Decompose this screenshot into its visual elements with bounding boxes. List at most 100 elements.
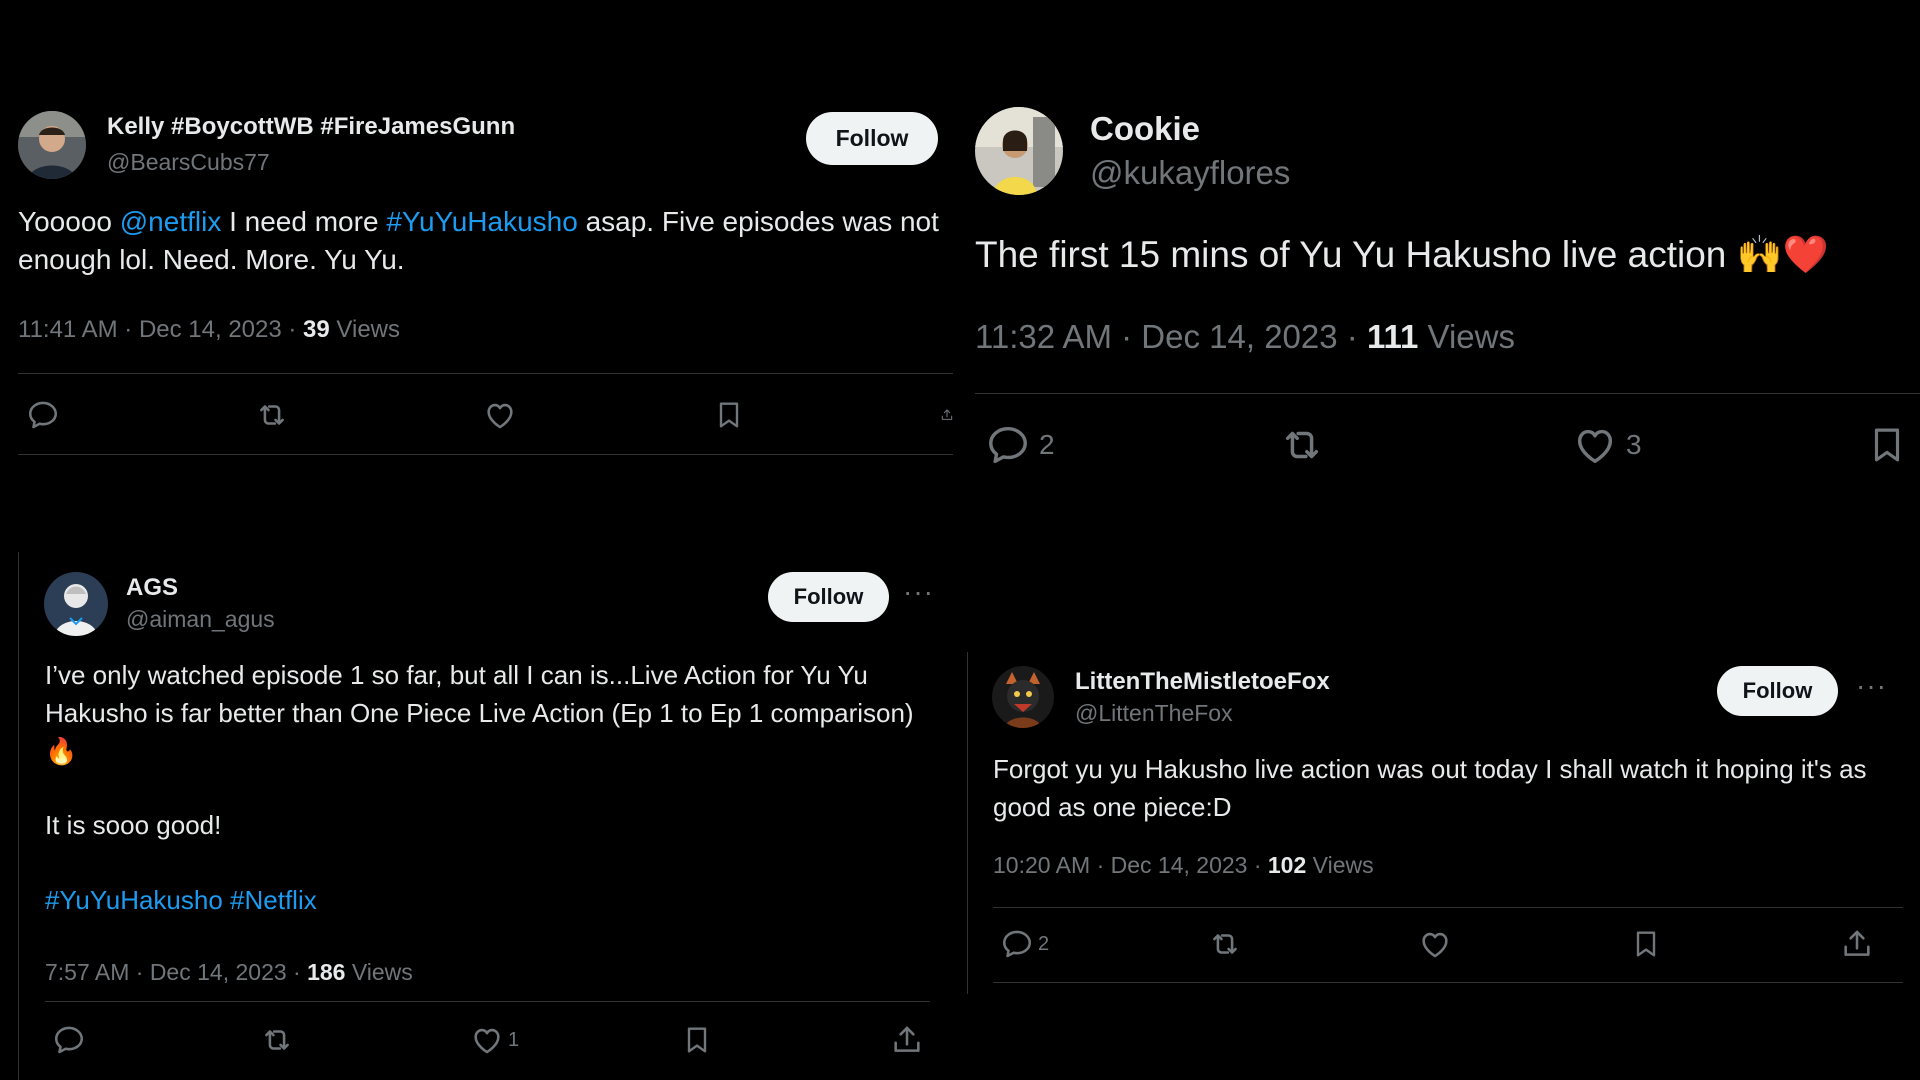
views-count: 186 bbox=[307, 959, 346, 985]
handle[interactable]: @LittenTheFox bbox=[1075, 700, 1233, 727]
handle[interactable]: @BearsCubs77 bbox=[107, 149, 270, 176]
reply-button[interactable]: 2 bbox=[985, 422, 1055, 468]
bookmark-button[interactable] bbox=[713, 398, 745, 432]
tweet-text: Yooooo @netflix I need more #YuYuHakusho… bbox=[18, 203, 948, 278]
share-icon bbox=[1840, 927, 1874, 961]
like-icon bbox=[483, 398, 517, 432]
reply-button[interactable] bbox=[26, 398, 60, 432]
avatar[interactable] bbox=[44, 572, 108, 636]
display-name[interactable]: LittenTheMistletoeFox bbox=[1075, 668, 1330, 696]
avatar-image bbox=[44, 572, 108, 636]
tweet-meta: 11:41 AM · Dec 14, 2023 · 39 Views bbox=[18, 316, 400, 344]
thread-border bbox=[967, 652, 968, 994]
divider bbox=[993, 982, 1903, 983]
display-name[interactable]: Kelly #BoycottWB #FireJamesGunn bbox=[107, 113, 515, 141]
like-icon bbox=[1418, 927, 1452, 961]
tweet-meta: 10:20 AM · Dec 14, 2023 · 102 Views bbox=[993, 852, 1374, 879]
tweet-meta: 11:32 AM · Dec 14, 2023 · 111 Views bbox=[975, 318, 1515, 356]
bookmark-icon bbox=[1630, 927, 1662, 961]
tweet-text: The first 15 mins of Yu Yu Hakusho live … bbox=[975, 234, 1829, 275]
text-segment: I need more bbox=[221, 206, 387, 237]
divider bbox=[18, 454, 953, 455]
timestamp[interactable]: 11:41 AM · Dec 14, 2023 · bbox=[18, 316, 303, 343]
hashtag-link[interactable]: #YuYuHakusho bbox=[386, 206, 578, 237]
handle[interactable]: @aiman_agus bbox=[126, 606, 275, 633]
avatar[interactable] bbox=[975, 107, 1063, 195]
timestamp[interactable]: 10:20 AM · Dec 14, 2023 · bbox=[993, 852, 1268, 878]
share-button[interactable] bbox=[940, 398, 954, 432]
retweet-button[interactable] bbox=[1277, 422, 1327, 468]
display-name[interactable]: Cookie bbox=[1090, 110, 1200, 148]
bookmark-icon bbox=[713, 398, 745, 432]
share-icon bbox=[890, 1023, 924, 1057]
views-label: Views bbox=[1306, 852, 1374, 878]
reply-button[interactable]: 2 bbox=[1000, 927, 1049, 961]
views-count: 111 bbox=[1366, 318, 1419, 355]
mention-link[interactable]: @netflix bbox=[120, 206, 222, 237]
reply-count: 2 bbox=[1038, 932, 1050, 955]
text-segment: Yooooo bbox=[18, 206, 120, 237]
more-options-button[interactable]: ··· bbox=[903, 578, 934, 606]
reply-count: 2 bbox=[1039, 429, 1055, 460]
share-icon bbox=[940, 398, 954, 432]
handle[interactable]: @kukayflores bbox=[1090, 154, 1290, 192]
follow-button[interactable]: Follow bbox=[1717, 666, 1838, 716]
like-count: 1 bbox=[508, 1028, 520, 1051]
retweet-icon bbox=[254, 398, 290, 432]
tweet-card-kelly: Kelly #BoycottWB #FireJamesGunn @BearsCu… bbox=[0, 0, 960, 470]
tweet-text: I’ve only watched episode 1 so far, but … bbox=[45, 660, 914, 766]
follow-button[interactable]: Follow bbox=[768, 572, 889, 622]
views-count: 102 bbox=[1267, 852, 1307, 878]
like-icon bbox=[1572, 422, 1618, 468]
tweet-card-ags: AGS @aiman_agus Follow ··· I’ve only wat… bbox=[0, 540, 960, 1080]
reply-icon bbox=[26, 398, 60, 432]
views-label: Views bbox=[1418, 318, 1515, 355]
bookmark-button[interactable] bbox=[1866, 422, 1908, 468]
views-label: Views bbox=[345, 959, 413, 985]
divider bbox=[975, 393, 1920, 394]
retweet-button[interactable] bbox=[254, 398, 290, 432]
retweet-icon bbox=[1207, 927, 1243, 961]
bookmark-icon bbox=[681, 1023, 713, 1057]
divider bbox=[993, 907, 1903, 908]
avatar-image bbox=[992, 666, 1054, 728]
like-button[interactable]: 1 bbox=[470, 1023, 519, 1057]
like-button[interactable] bbox=[483, 398, 517, 432]
bookmark-icon bbox=[1866, 422, 1908, 468]
timestamp[interactable]: 7:57 AM · Dec 14, 2023 · bbox=[45, 959, 307, 985]
divider bbox=[45, 1001, 930, 1002]
more-options-button[interactable]: ··· bbox=[1856, 672, 1887, 700]
tweet-card-litten: LittenTheMistletoeFox @LittenTheFox Foll… bbox=[960, 640, 1920, 1000]
share-button[interactable] bbox=[1840, 927, 1874, 961]
follow-button[interactable]: Follow bbox=[806, 112, 938, 165]
share-button[interactable] bbox=[890, 1023, 924, 1057]
tweet-card-cookie: Cookie @kukayflores The first 15 mins of… bbox=[960, 0, 1920, 560]
retweet-icon bbox=[1277, 422, 1327, 468]
avatar[interactable] bbox=[18, 111, 86, 179]
avatar-image bbox=[975, 107, 1063, 195]
thread-border bbox=[18, 552, 19, 1080]
reply-icon bbox=[52, 1023, 86, 1057]
like-count: 3 bbox=[1626, 429, 1642, 460]
bookmark-button[interactable] bbox=[1630, 927, 1662, 961]
like-button[interactable]: 3 bbox=[1572, 422, 1642, 468]
bookmark-button[interactable] bbox=[681, 1023, 713, 1057]
timestamp[interactable]: 11:32 AM · Dec 14, 2023 · bbox=[975, 318, 1367, 355]
like-button[interactable] bbox=[1418, 927, 1452, 961]
reply-button[interactable] bbox=[52, 1023, 86, 1057]
avatar[interactable] bbox=[992, 666, 1054, 728]
display-name[interactable]: AGS bbox=[126, 574, 178, 602]
retweet-icon bbox=[259, 1023, 295, 1057]
hashtag-links[interactable]: #YuYuHakusho #Netflix bbox=[45, 883, 915, 918]
views-count: 39 bbox=[303, 316, 330, 343]
tweet-text-line: It is sooo good! bbox=[45, 810, 222, 840]
divider bbox=[18, 373, 953, 374]
like-icon bbox=[470, 1023, 504, 1057]
avatar-image bbox=[18, 111, 86, 179]
retweet-button[interactable] bbox=[1207, 927, 1243, 961]
tweet-meta: 7:57 AM · Dec 14, 2023 · 186 Views bbox=[45, 959, 413, 986]
tweet-text: Forgot yu yu Hakusho live action was out… bbox=[993, 754, 1867, 822]
retweet-button[interactable] bbox=[259, 1023, 295, 1057]
views-label: Views bbox=[329, 316, 401, 343]
reply-icon bbox=[985, 422, 1031, 468]
